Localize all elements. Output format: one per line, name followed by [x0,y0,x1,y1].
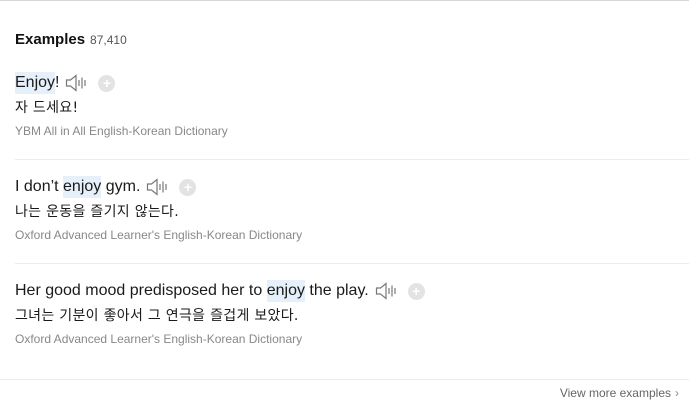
example-item: I don’t enjoy gym. + 나는 운동을 즐기지 않는다. Oxf… [15,176,689,242]
speaker-icon[interactable] [146,178,170,196]
example-item: Her good mood predisposed her to enjoy t… [15,280,689,346]
example-source: YBM All in All English-Korean Dictionary [15,124,228,138]
sentence-text-pre: I don’t [15,178,64,195]
highlighted-word[interactable]: enjoy [266,280,305,302]
example-divider [15,159,689,160]
example-sentence: I don’t enjoy gym. + [15,176,689,198]
examples-count: 87,410 [90,33,127,47]
add-to-wordbook-button[interactable]: + [179,178,197,196]
sentence-text-post: ! [55,74,60,91]
speaker-icon[interactable] [375,282,399,300]
sentence-text-post: the play. [304,282,369,299]
sentence-text-pre: Her good mood predisposed her to [15,282,267,299]
highlighted-word[interactable]: Enjoy [15,72,56,94]
speaker-icon[interactable] [65,74,89,92]
sentence-text-post: gym. [101,178,141,195]
add-to-wordbook-button[interactable]: + [98,74,116,92]
example-translation: 그녀는 기분이 좋아서 그 연극을 즐겁게 보았다. [15,308,299,324]
top-divider [0,0,689,1]
example-translation: 자 드세요! [15,100,79,116]
example-item: Enjoy! + 자 드세요! YBM All in All English-K… [15,72,689,138]
example-sentence: Enjoy! + [15,72,689,94]
view-more-examples-link[interactable]: View more examples › [560,386,679,400]
chevron-right-icon: › [675,386,679,400]
example-source: Oxford Advanced Learner's English-Korean… [15,228,303,242]
add-to-wordbook-button[interactable]: + [407,282,425,300]
bottom-divider [0,379,689,380]
section-title: Examples [15,31,86,48]
example-source: Oxford Advanced Learner's English-Korean… [15,332,303,346]
example-sentence: Her good mood predisposed her to enjoy t… [15,280,689,302]
example-translation: 나는 운동을 즐기지 않는다. [15,204,179,220]
example-divider [15,263,689,264]
view-more-label: View more examples [559,386,671,400]
examples-header: Examples 87,410 [15,31,127,48]
highlighted-word[interactable]: enjoy [63,176,102,198]
